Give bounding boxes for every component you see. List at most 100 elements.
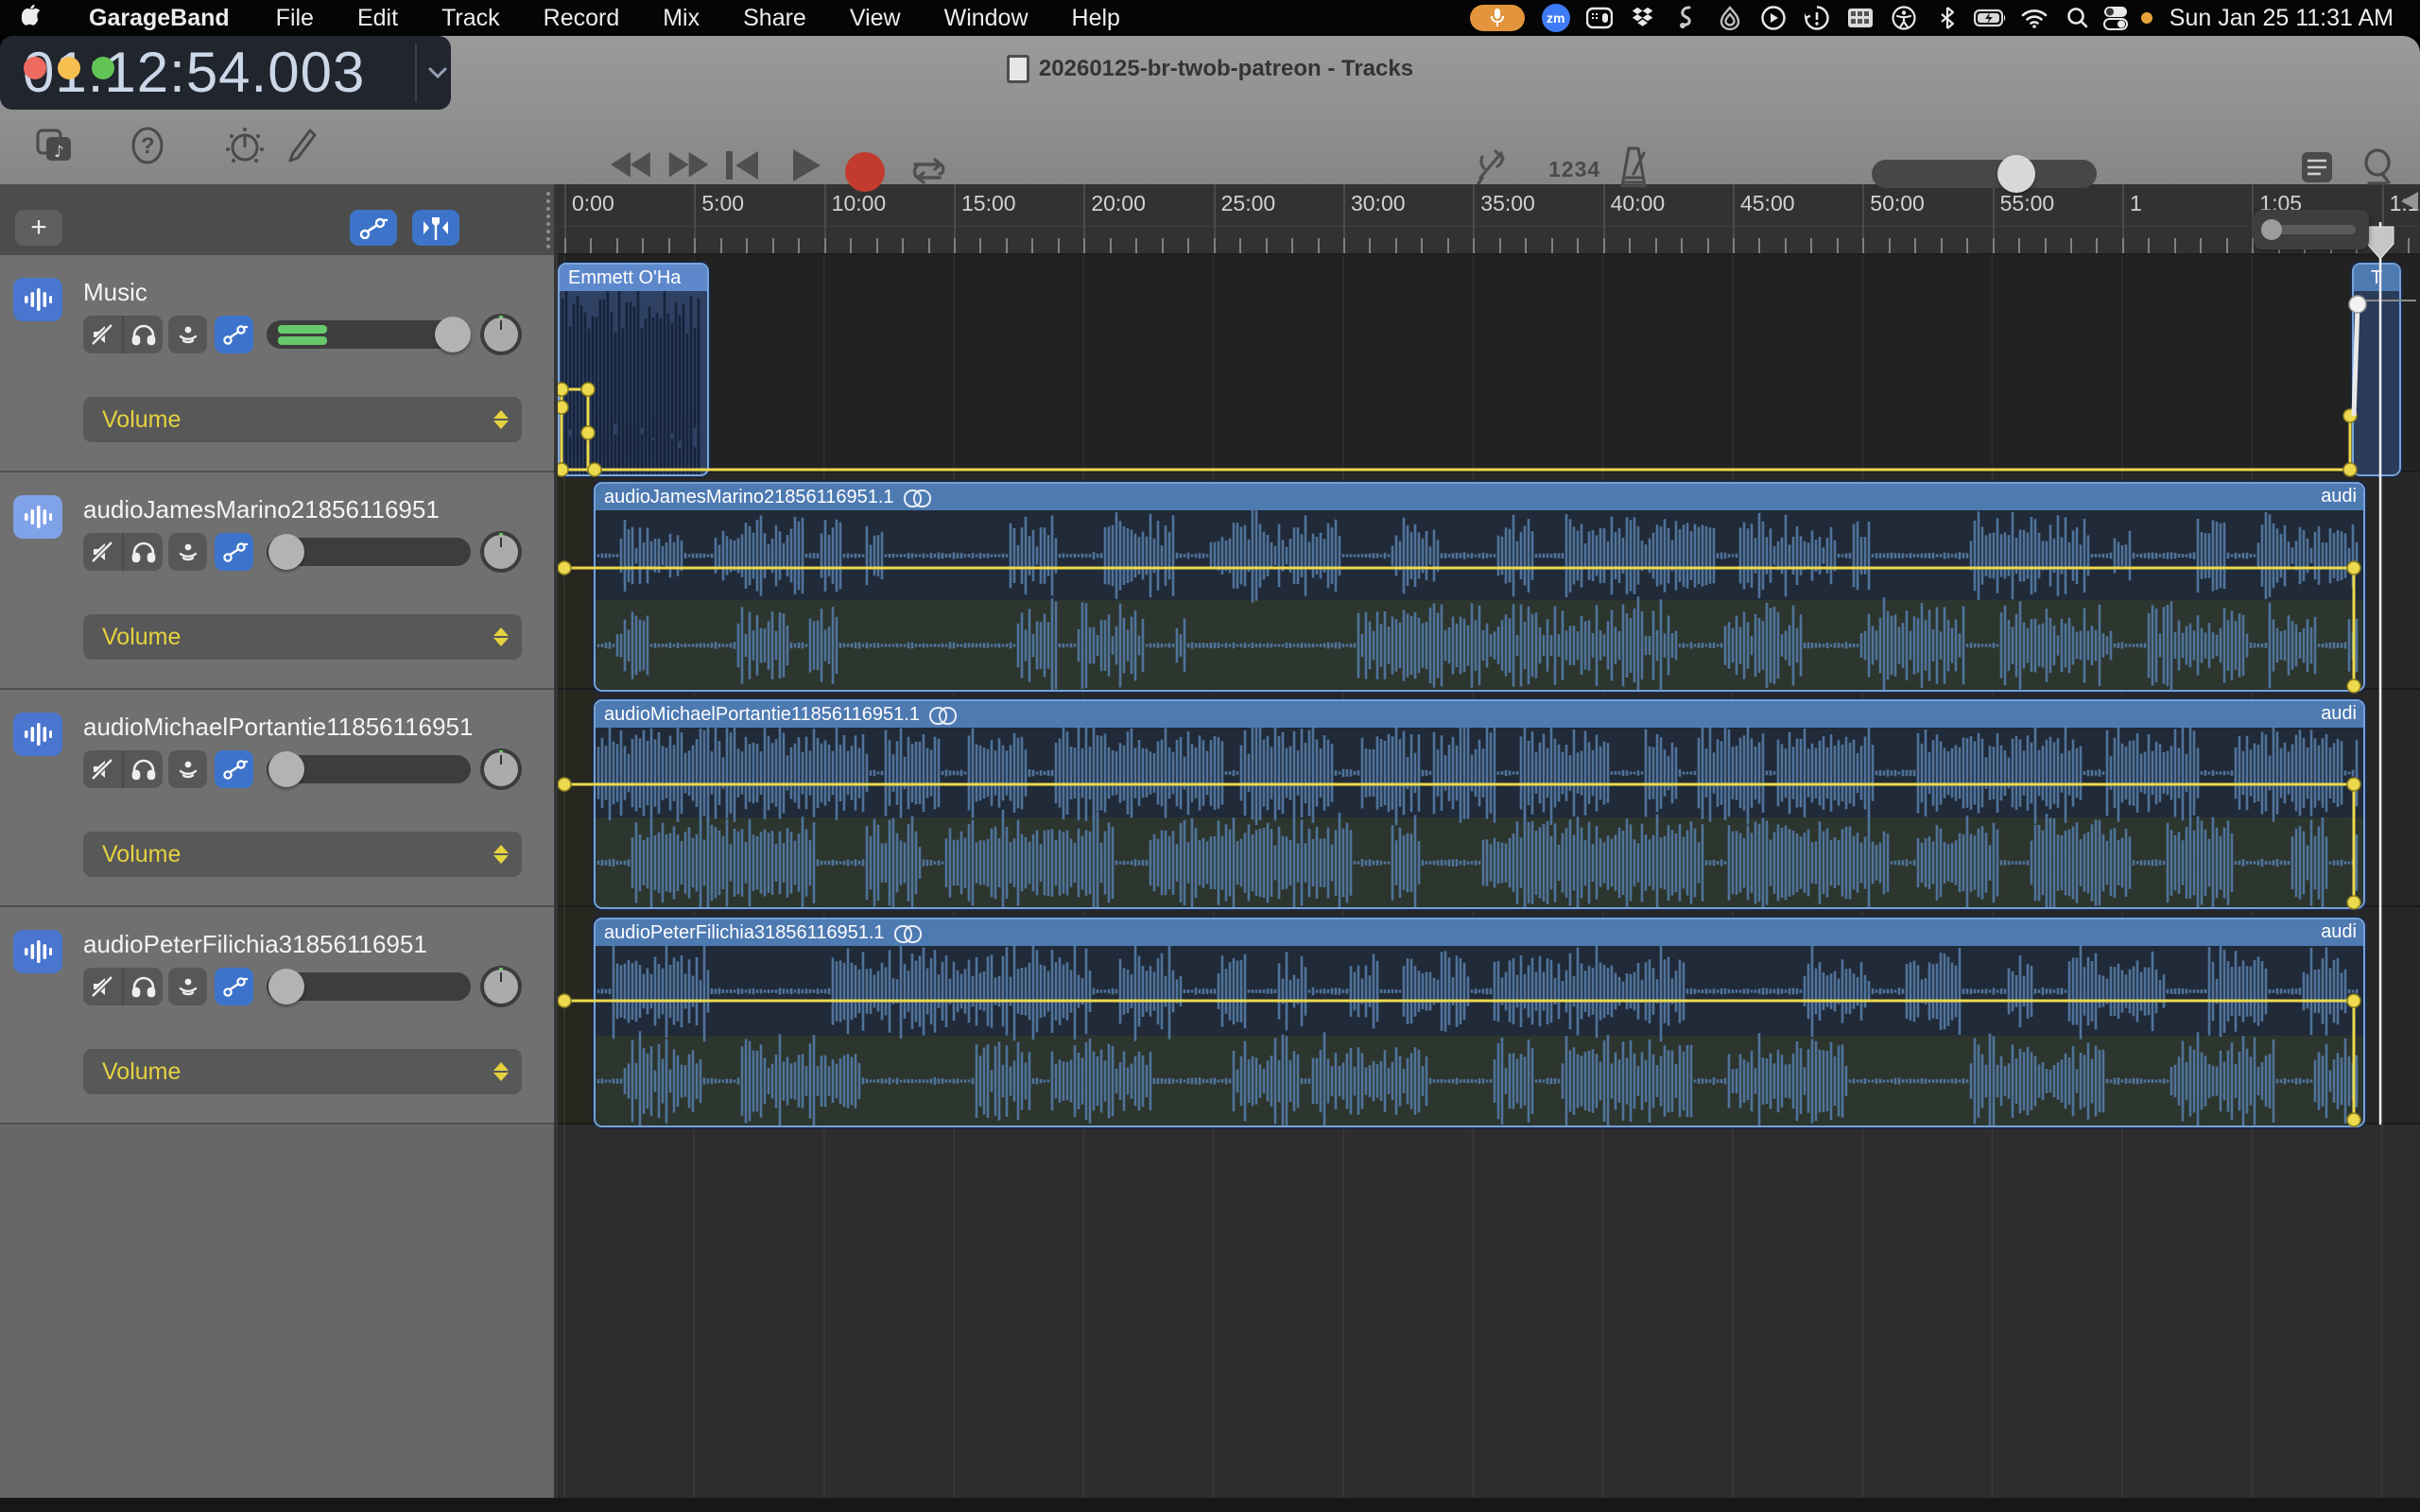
smart-controls-button[interactable] [223, 119, 267, 172]
solo-button[interactable] [122, 533, 163, 571]
menu-garageband[interactable]: GarageBand [64, 5, 254, 32]
volume-knob[interactable] [268, 534, 304, 570]
input-monitoring-button[interactable] [168, 533, 207, 571]
time-machine-alert-icon[interactable] [1795, 0, 1839, 36]
track-header-panel: + Music Volume audioJamesMarino218561169… [0, 184, 554, 1498]
track-header-music[interactable]: Music Volume [0, 255, 554, 472]
track-automation-button[interactable] [215, 533, 253, 571]
input-monitoring-button[interactable] [168, 316, 207, 353]
squiggle-icon[interactable] [1665, 0, 1708, 36]
play-circle-icon[interactable] [1752, 0, 1795, 36]
input-monitoring-button[interactable] [168, 750, 207, 788]
menu-view[interactable]: View [828, 5, 923, 32]
volume-knob[interactable] [268, 969, 304, 1005]
automation-parameter-menu[interactable]: Volume [83, 1049, 522, 1094]
menu-record[interactable]: Record [522, 5, 642, 32]
lcd-chevron-down-icon[interactable] [424, 36, 451, 110]
fast-forward-button[interactable] [666, 149, 711, 181]
menu-edit[interactable]: Edit [336, 5, 420, 32]
mute-button[interactable] [83, 750, 122, 788]
cycle-button[interactable] [906, 153, 949, 189]
pan-knob[interactable] [480, 966, 522, 1007]
track-icon-waveform[interactable] [13, 495, 62, 539]
record-button[interactable] [844, 151, 886, 193]
mic-in-use-indicator[interactable] [1469, 5, 1525, 31]
timeline-area[interactable]: Emmett O'Ha audioJamesMarino21856116951.… [558, 184, 2420, 1498]
solo-button[interactable] [122, 316, 163, 353]
panel-resize-handle[interactable] [546, 192, 550, 249]
count-in-button[interactable]: 1234 [1548, 157, 1600, 182]
track-automation-button[interactable] [215, 750, 253, 788]
grid-keyboard-icon[interactable] [1839, 0, 1882, 36]
wifi-icon[interactable] [2013, 0, 2056, 36]
solo-button[interactable] [122, 750, 163, 788]
track-volume-slider[interactable] [267, 751, 471, 787]
input-monitoring-button[interactable] [168, 968, 207, 1005]
automation-parameter-menu[interactable]: Volume [83, 397, 522, 442]
catch-playhead-button[interactable] [412, 210, 459, 246]
apple-menu[interactable] [0, 3, 64, 34]
menu-window[interactable]: Window [923, 5, 1050, 32]
volume-knob[interactable] [268, 751, 304, 787]
rewind-button[interactable] [611, 149, 656, 181]
track-automation-button[interactable] [215, 968, 253, 1005]
add-track-button[interactable]: + [15, 210, 62, 246]
mute-button[interactable] [83, 533, 122, 571]
zoom-slider-knob[interactable] [2261, 219, 2282, 240]
pan-knob[interactable] [480, 314, 522, 355]
pan-knob[interactable] [480, 531, 522, 573]
menu-clock[interactable]: Sun Jan 25 11:31 AM [2156, 5, 2420, 32]
go-to-beginning-button[interactable] [724, 149, 760, 181]
bluetooth-icon[interactable] [1926, 0, 1969, 36]
loop-browser-button[interactable] [2358, 147, 2397, 187]
note-pad-button[interactable] [2299, 149, 2335, 185]
menu-file[interactable]: File [254, 5, 336, 32]
solo-button[interactable] [122, 968, 163, 1005]
panel-divider[interactable] [554, 184, 558, 1498]
menu-mix[interactable]: Mix [641, 5, 721, 32]
track-header-michael[interactable]: audioMichaelPortantie11856116951 Volume [0, 690, 554, 907]
editors-button[interactable] [280, 119, 321, 172]
metronome-button[interactable] [1615, 146, 1652, 189]
track-icon-waveform[interactable] [13, 713, 62, 756]
play-button[interactable] [790, 147, 822, 183]
track-name[interactable]: audioJamesMarino21856116951 [83, 495, 440, 524]
battery-icon[interactable] [1969, 0, 2013, 36]
dropbox-icon[interactable] [1621, 0, 1665, 36]
pan-knob[interactable] [480, 748, 522, 790]
track-name[interactable]: audioPeterFilichia31856116951 [83, 930, 427, 959]
show-automation-button[interactable] [350, 210, 397, 246]
automation-parameter-menu[interactable]: Volume [83, 614, 522, 660]
menu-track[interactable]: Track [420, 5, 522, 32]
master-volume-knob[interactable] [1997, 155, 2035, 193]
automation-parameter-menu[interactable]: Volume [83, 832, 522, 877]
track-volume-slider[interactable] [267, 534, 471, 570]
track-name[interactable]: audioMichaelPortantie11856116951 [83, 713, 473, 742]
volume-knob[interactable] [435, 317, 471, 352]
track-automation-button[interactable] [215, 316, 253, 353]
track-header-james[interactable]: audioJamesMarino21856116951 Volume [0, 472, 554, 690]
track-icon-waveform[interactable] [13, 278, 62, 321]
track-header-peter[interactable]: audioPeterFilichia31856116951 Volume [0, 907, 554, 1125]
track-volume-slider[interactable] [267, 317, 471, 352]
menu-help[interactable]: Help [1050, 5, 1142, 32]
document-proxy-icon[interactable] [1006, 55, 1029, 83]
automation-parameter-label: Volume [102, 840, 182, 868]
mute-button[interactable] [83, 968, 122, 1005]
zoom-slider-overlay[interactable] [2254, 210, 2369, 249]
spotlight-icon[interactable] [2056, 0, 2100, 36]
quick-help-button[interactable]: ? [127, 119, 168, 172]
accessibility-icon[interactable] [1882, 0, 1926, 36]
mute-button[interactable] [83, 316, 122, 353]
menu-share[interactable]: Share [721, 5, 828, 32]
master-volume-slider[interactable] [1872, 160, 2097, 188]
zoom-app-icon[interactable]: zm [1541, 4, 1570, 32]
sidecar-icon[interactable] [1578, 0, 1621, 36]
track-name[interactable]: Music [83, 278, 147, 307]
library-button[interactable]: ♪ [34, 119, 76, 172]
track-icon-waveform[interactable] [13, 930, 62, 973]
flame-icon[interactable] [1708, 0, 1752, 36]
control-center-icon[interactable] [2100, 0, 2156, 36]
track-volume-slider[interactable] [267, 969, 471, 1005]
tuner-button[interactable] [1471, 147, 1511, 187]
